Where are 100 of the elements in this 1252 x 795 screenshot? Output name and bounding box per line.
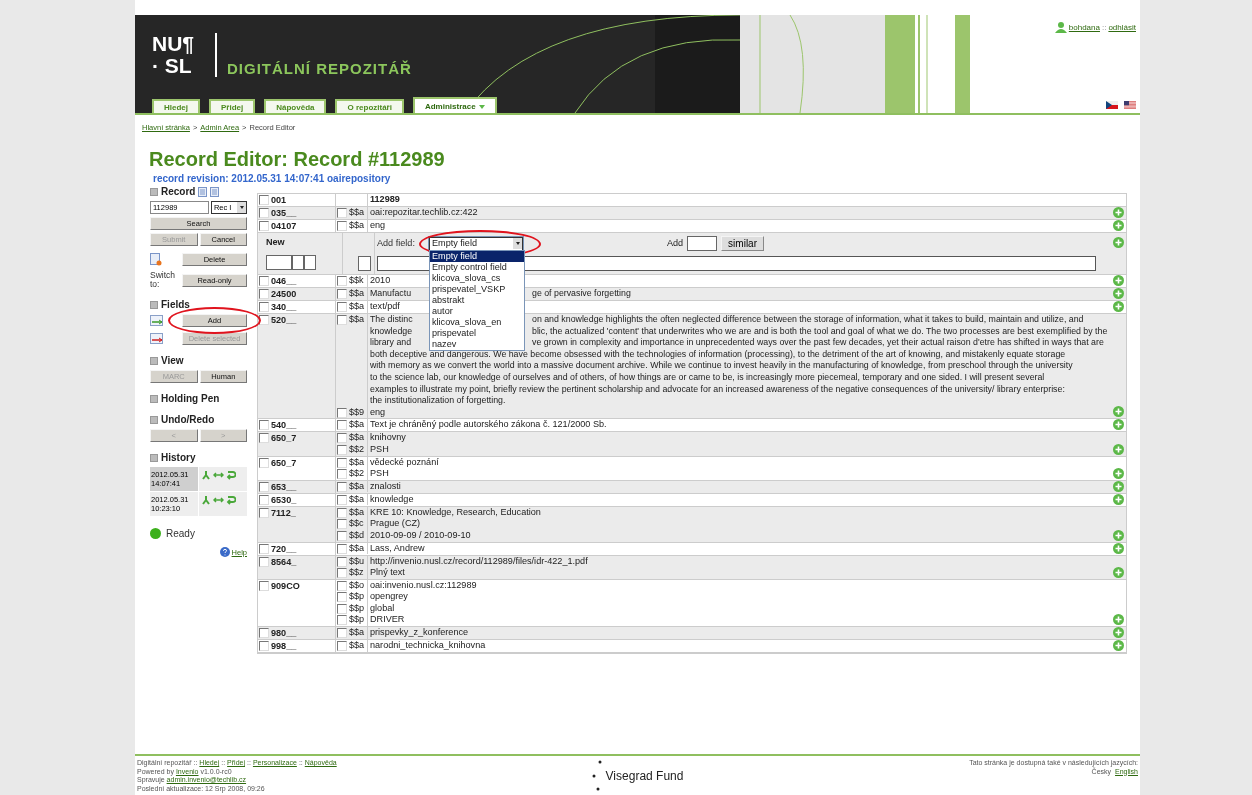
subfield-code: $$9 — [349, 406, 365, 419]
dropdown-option[interactable]: nazev — [430, 338, 524, 350]
dropdown-option[interactable]: abstrakt — [430, 294, 524, 306]
field-value: text/pdf — [369, 301, 400, 313]
dropdown-option[interactable]: klicova_slova_cs — [430, 272, 524, 284]
field-value: znalosti — [369, 480, 401, 493]
field-value: prispevky_z_konference — [369, 627, 469, 639]
field-value: 2010-09-09 / 2010-09-10 — [369, 529, 471, 542]
field-tag: 909CO — [271, 579, 300, 592]
subfield-code: $$a — [349, 480, 365, 493]
field-tag: 24500 — [271, 288, 297, 300]
text-fragment: Manufactu — [370, 288, 412, 298]
text-fragment: with memory as we convert the world into a massive document archive. While we continue to invest heavily in the manufacturing of knowledge, from preschool through the university — [370, 360, 1073, 371]
subfield-code: $$a — [349, 640, 365, 652]
field-value: http://invenio.nusl.cz/record/112989/files/idr-422_1.pdf — [369, 555, 588, 568]
field-tag: 6530_ — [271, 493, 297, 506]
field-value: knowledge — [369, 493, 414, 506]
text-fragment: to the science lab, our knowledge of ourselves and of others, of how things are or came to be, is increasingly more piecemeal, temporary and one sided. I will present several — [370, 371, 1045, 382]
subfield-code: $$a — [349, 627, 365, 639]
field-value: PSH — [369, 468, 389, 480]
nav-tab[interactable]: Přidej — [209, 99, 256, 113]
similar-button[interactable]: similar — [721, 236, 764, 251]
field-value: eng — [369, 220, 386, 232]
subfield-code: $$a — [349, 207, 365, 219]
field-value: DRIVER — [369, 614, 405, 627]
dropdown-option[interactable]: autor — [430, 305, 524, 317]
field-tag: 001 — [271, 194, 287, 206]
field-tag: 7112_ — [271, 506, 296, 519]
section-heading: View — [161, 355, 184, 366]
field-tag: 650_7 — [271, 432, 297, 445]
field-value: Text je chráněný podle autorského zákona č. 121/2000 Sb. — [369, 419, 607, 431]
text-fragment: ve grown in complexity and importance in unprecedented ways over the past few decades, yet their actual raison d'etre has shifted in ways that are — [532, 337, 1104, 349]
dropdown-option[interactable]: Empty control field — [430, 261, 524, 273]
section-heading: Record — [161, 186, 196, 197]
logo: NU¶ · SL — [152, 33, 194, 77]
field-tag: 340__ — [271, 301, 297, 313]
subfield-code: $$a — [349, 419, 365, 431]
dropdown-option[interactable]: Empty field — [430, 250, 524, 262]
field-tag: 720__ — [271, 542, 297, 555]
field-value: PSH — [369, 443, 389, 456]
subfield-code: $$d — [349, 529, 365, 542]
text-fragment: on and knowledge highlights the often neglected difference between the storage of information, what it takes to build, maintain and utilize, and — [532, 314, 1084, 326]
text-fragment: The distinc — [370, 314, 413, 324]
field-tag: 998__ — [271, 640, 297, 653]
field-value: oai:repozitar.techlib.cz:422 — [369, 207, 478, 219]
nav-tab[interactable]: Hledej — [152, 99, 200, 113]
subfield-code: $$a — [349, 301, 365, 313]
subfield-code: $$c — [349, 518, 364, 530]
field-value: opengrey — [369, 591, 408, 603]
nav-tab[interactable]: Administrace — [412, 97, 497, 113]
subfield-code: $$a — [349, 314, 365, 326]
dropdown-option[interactable]: klicova_slova_en — [430, 316, 524, 328]
subfield-code: $$a — [349, 220, 365, 232]
field-value: Plný text — [369, 567, 405, 579]
field-tag: 04107 — [271, 220, 297, 232]
username-link[interactable]: bohdana — [1068, 22, 1100, 32]
text-fragment: knowledge — [370, 325, 413, 336]
subfield-code: $$k — [349, 275, 364, 287]
field-value: Prague (CZ) — [369, 518, 421, 530]
subfield-code: $$z — [349, 567, 364, 579]
section-heading: Fields — [161, 299, 190, 310]
text-fragment: both deceptive and dangerous. We have become obsessed with the technologies of information (processing), to the detriment of the art of knowing, and mistakenly equate storage — [370, 348, 1066, 359]
field-tag: 540__ — [271, 419, 297, 432]
separator-text: :: — [1101, 22, 1107, 32]
field-type-select[interactable]: Empty field — [429, 236, 523, 251]
page-title: Record Editor: Record #112989 — [149, 148, 446, 171]
subfield-code: $$u — [349, 555, 365, 568]
revision-text: record revision: 2012.05.31 14:07:41 oairepository — [153, 173, 392, 184]
subfield-code: $$2 — [349, 468, 365, 480]
subfield-code: $$p — [349, 591, 365, 603]
nav-tab[interactable]: O repozitáři — [335, 99, 404, 113]
field-value: Lass, Andrew — [369, 542, 425, 555]
text-fragment: ge of pervasive forgetting — [532, 288, 631, 300]
field-value: vědecké poznání — [369, 456, 439, 469]
subfield-code: $$a — [349, 506, 365, 519]
field-tag: 520__ — [271, 314, 297, 326]
field-value: global — [369, 602, 395, 615]
field-value: oai:invenio.nusl.cz:112989 — [369, 579, 477, 592]
subfield-code: $$p — [349, 614, 365, 627]
text-fragment: blic, the actualized 'content' that underwrites who we are and is both the tool and goal of what we do. The two processes are best exemplified by the — [532, 325, 1108, 338]
field-value: KRE 10: Knowledge, Research, Education — [369, 506, 541, 519]
section-heading: History — [161, 452, 196, 463]
text-fragment: the institutionalization of forgetting. — [370, 395, 506, 406]
add-field-label: Add field: — [377, 237, 416, 250]
logout-link[interactable]: odhlásit — [1108, 22, 1136, 32]
new-field-label: New — [266, 237, 285, 249]
nav-tab[interactable]: Nápověda — [264, 99, 327, 113]
site-name: DIGITÁLNÍ REPOZITÁŘ — [227, 60, 412, 77]
field-tag: 8564_ — [271, 555, 297, 568]
field-value: narodni_technicka_knihovna — [369, 640, 486, 652]
subfield-code: $$a — [349, 542, 365, 555]
field-value: knihovny — [369, 432, 406, 444]
subfield-code: $$a — [349, 432, 365, 444]
field-value: 2010 — [369, 275, 391, 287]
field-value: 112989 — [369, 194, 400, 206]
field-tag: 653__ — [271, 480, 297, 493]
dropdown-option[interactable]: prispevatel — [430, 327, 524, 339]
partner-name: Visegrad Fund — [605, 771, 684, 781]
dropdown-option[interactable]: prispevatel_VSKP — [430, 283, 524, 295]
subfield-code: $$a — [349, 456, 365, 469]
